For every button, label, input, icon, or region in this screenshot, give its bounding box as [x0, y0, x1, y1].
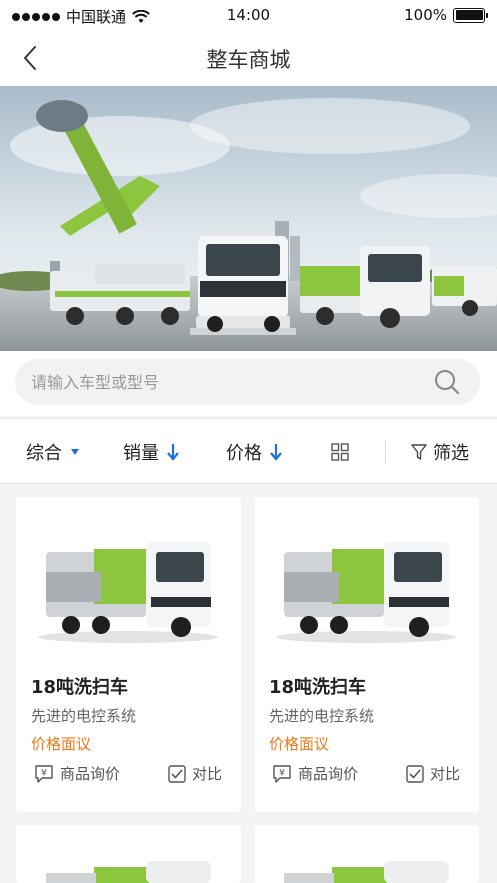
inquiry-label: 商品询价	[298, 765, 359, 783]
grid-view-button[interactable]	[331, 419, 349, 485]
caret-down-icon	[71, 449, 79, 455]
checkbox-icon	[406, 764, 424, 783]
nav-bar: 整车商城	[0, 30, 497, 86]
product-image	[254, 825, 479, 883]
product-title: 18吨洗扫车	[269, 677, 367, 698]
search-bar	[0, 351, 497, 416]
sort-comprehensive-label: 综合	[26, 443, 62, 464]
status-bar: 中国联通 14:00 100%	[0, 0, 497, 30]
sort-price-label: 价格	[226, 443, 262, 464]
compare-label: 对比	[430, 765, 461, 783]
search-icon[interactable]	[434, 369, 460, 395]
filter-divider	[385, 441, 386, 463]
product-desc: 先进的电控系统	[269, 707, 375, 725]
product-card[interactable]	[16, 825, 241, 883]
compare-button[interactable]: 对比	[406, 763, 460, 784]
product-price: 价格面议	[269, 735, 330, 753]
compare-button[interactable]: 对比	[168, 763, 222, 784]
arrow-down-icon	[270, 444, 282, 461]
filter-bar: 综合 销量 价格 筛选	[0, 418, 497, 484]
product-price: 价格面议	[31, 735, 92, 753]
sort-sales[interactable]: 销量	[123, 419, 179, 485]
compare-label: 对比	[192, 765, 223, 783]
inquiry-label: 商品询价	[60, 765, 121, 783]
sort-comprehensive[interactable]: 综合	[26, 419, 80, 485]
battery-fill	[455, 10, 483, 20]
price-inquiry-icon: ¥	[273, 764, 291, 783]
price-inquiry-icon: ¥	[35, 764, 53, 783]
svg-text:¥: ¥	[41, 768, 47, 778]
sort-price[interactable]: 价格	[226, 419, 282, 485]
product-desc: 先进的电控系统	[31, 707, 137, 725]
battery-percent: 100%	[404, 6, 447, 24]
search-box[interactable]	[15, 359, 480, 405]
sort-sales-label: 销量	[123, 443, 159, 464]
banner-image[interactable]	[0, 86, 497, 351]
funnel-icon	[411, 443, 427, 460]
banner-illustration	[0, 86, 497, 351]
product-image	[16, 497, 241, 657]
page-title: 整车商城	[206, 48, 291, 72]
product-card[interactable]: 18吨洗扫车 先进的电控系统 价格面议 ¥ 商品询价 对比	[16, 497, 241, 812]
filter-button[interactable]: 筛选	[411, 419, 469, 485]
product-image	[254, 497, 479, 657]
search-input[interactable]	[31, 359, 431, 405]
inquiry-button[interactable]: ¥ 商品询价	[272, 763, 358, 784]
product-image	[16, 825, 241, 883]
checkbox-icon	[168, 764, 186, 783]
filter-label: 筛选	[433, 443, 469, 464]
arrow-down-icon	[167, 444, 179, 461]
svg-text:¥: ¥	[279, 768, 285, 778]
product-card[interactable]: 18吨洗扫车 先进的电控系统 价格面议 ¥ 商品询价 对比	[254, 497, 479, 812]
battery-icon	[453, 7, 488, 23]
product-card[interactable]	[254, 825, 479, 883]
grid-view-icon	[331, 443, 349, 461]
inquiry-button[interactable]: ¥ 商品询价	[34, 763, 120, 784]
product-title: 18吨洗扫车	[31, 677, 129, 698]
status-right: 100%	[404, 6, 488, 24]
